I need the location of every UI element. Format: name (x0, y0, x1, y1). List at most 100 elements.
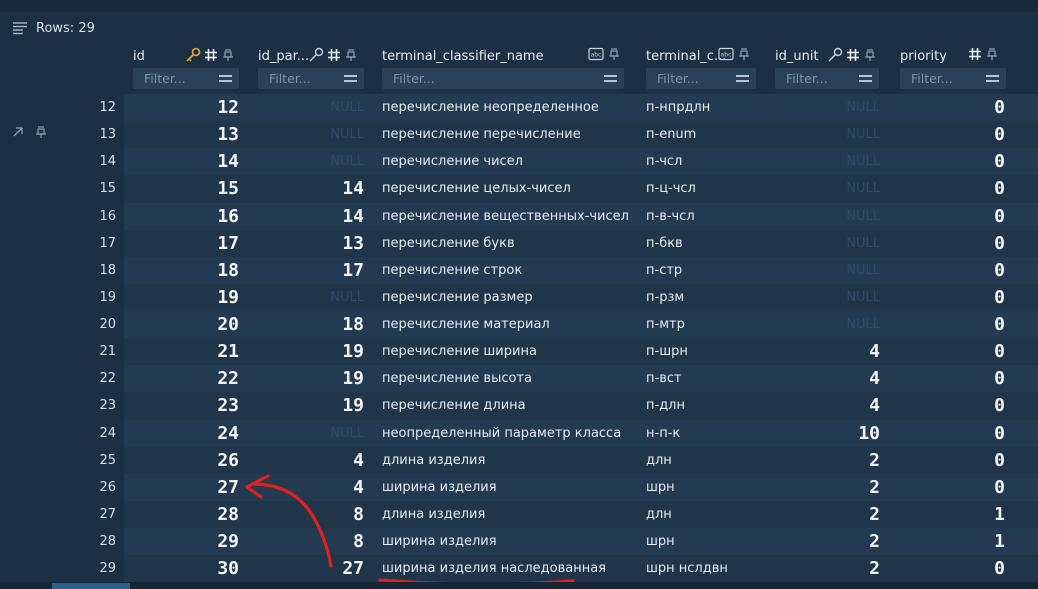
cell-short[interactable]: п-длн (646, 392, 756, 419)
cell-short[interactable]: длн (646, 447, 756, 474)
cell-id-parent[interactable]: 8 (258, 501, 364, 528)
cell-priority[interactable]: 0 (900, 474, 1005, 501)
cell-priority[interactable]: 0 (900, 148, 1005, 175)
table-row[interactable]: 17 13 перечисление букв п-бкв NULL 0 (124, 229, 1038, 257)
cell-name[interactable]: перечисление строк (382, 257, 630, 284)
cell-priority[interactable]: 0 (900, 420, 1005, 447)
cell-id-unit[interactable]: NULL (775, 230, 880, 257)
cell-priority[interactable]: 0 (900, 338, 1005, 365)
row-number[interactable]: 17 (0, 230, 124, 257)
cell-name[interactable]: перечисление чисел (382, 148, 630, 175)
cell-id-unit[interactable]: 2 (775, 447, 880, 474)
cell-id-parent[interactable]: 4 (258, 474, 364, 501)
table-row[interactable]: 24 NULL неопределенный параметр класса н-п-… (124, 419, 1038, 447)
cell-id[interactable]: 20 (133, 311, 239, 338)
row-number[interactable]: 15 (0, 175, 124, 202)
filter-input-id-parent[interactable] (258, 68, 334, 89)
filter-id-parent[interactable] (258, 68, 364, 89)
cell-priority[interactable]: 0 (900, 121, 1005, 148)
table-row[interactable]: 15 14 перечисление целых-чисел п-ц-чсл NULL 0 (124, 175, 1038, 203)
cell-id-parent[interactable]: 19 (258, 392, 364, 419)
cell-priority[interactable]: 0 (900, 203, 1005, 230)
cell-name[interactable]: неопределенный параметр класса (382, 420, 630, 447)
cell-id-unit[interactable]: 2 (775, 501, 880, 528)
cell-short[interactable]: п-чсл (646, 148, 756, 175)
cell-id-unit[interactable]: 10 (775, 420, 880, 447)
table-row[interactable]: 16 14 перечисление вещественных-чисел п-в-ч… (124, 202, 1038, 230)
cell-id-unit[interactable]: 2 (775, 474, 880, 501)
filter-operator-icon[interactable] (859, 73, 872, 84)
row-number[interactable]: 27 (0, 501, 124, 528)
filter-input-terminal-classifier-name[interactable] (382, 68, 594, 89)
table-row[interactable]: 12 NULL перечисление неопределенное п-нпрдл… (124, 94, 1038, 122)
cell-name[interactable]: перечисление вещественных-чисел (382, 203, 630, 230)
cell-short[interactable]: п-в-чсл (646, 203, 756, 230)
cell-short[interactable]: длн (646, 501, 756, 528)
cell-id-unit[interactable]: NULL (775, 311, 880, 338)
cell-name[interactable]: перечисление перечисление (382, 121, 630, 148)
row-number[interactable]: 24 (0, 420, 124, 447)
cell-id[interactable]: 26 (133, 447, 239, 474)
cell-id[interactable]: 16 (133, 203, 239, 230)
pin-icon[interactable] (607, 47, 621, 61)
cell-priority[interactable]: 0 (900, 284, 1005, 311)
cell-id[interactable]: 28 (133, 501, 239, 528)
filter-priority[interactable] (900, 68, 1006, 89)
cell-name[interactable]: перечисление высота (382, 365, 630, 392)
cell-short[interactable]: п-вст (646, 365, 756, 392)
cell-id-parent[interactable]: 27 (258, 555, 364, 582)
row-number[interactable]: 29 (0, 555, 124, 582)
row-number[interactable]: 13 (0, 121, 124, 148)
table-row[interactable]: 13 NULL перечисление перечисление п-enum NUL… (124, 121, 1038, 149)
cell-id[interactable]: 18 (133, 257, 239, 284)
row-number[interactable]: 22 (0, 365, 124, 392)
cell-short[interactable]: п-шрн (646, 338, 756, 365)
cell-id-parent[interactable]: NULL (258, 148, 364, 175)
cell-name[interactable]: перечисление букв (382, 230, 630, 257)
table-row[interactable]: 18 17 перечисление строк п-стр NULL 0 (124, 256, 1038, 284)
row-number[interactable]: 26 (0, 474, 124, 501)
cell-id-unit[interactable]: 4 (775, 365, 880, 392)
filter-operator-icon[interactable] (986, 73, 999, 84)
cell-id-unit[interactable]: 4 (775, 392, 880, 419)
cell-short[interactable]: п-бкв (646, 230, 756, 257)
cell-name[interactable]: длина изделия (382, 447, 630, 474)
row-number[interactable]: 12 (0, 94, 124, 121)
cell-id-unit[interactable]: NULL (775, 148, 880, 175)
cell-priority[interactable]: 0 (900, 94, 1005, 121)
cell-name[interactable]: перечисление длина (382, 392, 630, 419)
cell-priority[interactable]: 1 (900, 501, 1005, 528)
row-number[interactable]: 25 (0, 447, 124, 474)
cell-priority[interactable]: 0 (900, 311, 1005, 338)
cell-id[interactable]: 12 (133, 94, 239, 121)
cell-short[interactable]: п-рзм (646, 284, 756, 311)
cell-name[interactable]: перечисление материал (382, 311, 630, 338)
cell-id-unit[interactable]: NULL (775, 257, 880, 284)
pin-icon[interactable] (221, 48, 235, 62)
filter-operator-icon[interactable] (344, 73, 357, 84)
cell-name[interactable]: ширина изделия (382, 474, 630, 501)
filter-terminal-c[interactable] (646, 68, 756, 89)
cell-priority[interactable]: 0 (900, 257, 1005, 284)
cell-id[interactable]: 27 (133, 474, 239, 501)
cell-priority[interactable]: 0 (900, 175, 1005, 202)
table-row[interactable]: 29 8 ширина изделия шрн 2 1 (124, 528, 1038, 556)
column-header-id[interactable]: id (133, 44, 246, 94)
filter-input-priority[interactable] (900, 68, 976, 89)
cell-priority[interactable]: 0 (900, 365, 1005, 392)
cell-id[interactable]: 23 (133, 392, 239, 419)
cell-id-unit[interactable]: NULL (775, 203, 880, 230)
cell-name[interactable]: перечисление неопределенное (382, 94, 630, 121)
cell-short[interactable]: п-нпрдлн (646, 94, 756, 121)
table-row[interactable]: 21 19 перечисление ширина п-шрн 4 0 (124, 338, 1038, 366)
pin-icon[interactable] (344, 48, 358, 62)
cell-short[interactable]: п-стр (646, 257, 756, 284)
cell-id-parent[interactable]: 18 (258, 311, 364, 338)
scrollbar-thumb[interactable] (52, 583, 130, 589)
cell-name[interactable]: длина изделия (382, 501, 630, 528)
filter-operator-icon[interactable] (604, 73, 617, 84)
row-number[interactable]: 21 (0, 338, 124, 365)
table-row[interactable]: 22 19 перечисление высота п-вст 4 0 (124, 365, 1038, 393)
filter-operator-icon[interactable] (736, 73, 749, 84)
cell-id-parent[interactable]: 17 (258, 257, 364, 284)
